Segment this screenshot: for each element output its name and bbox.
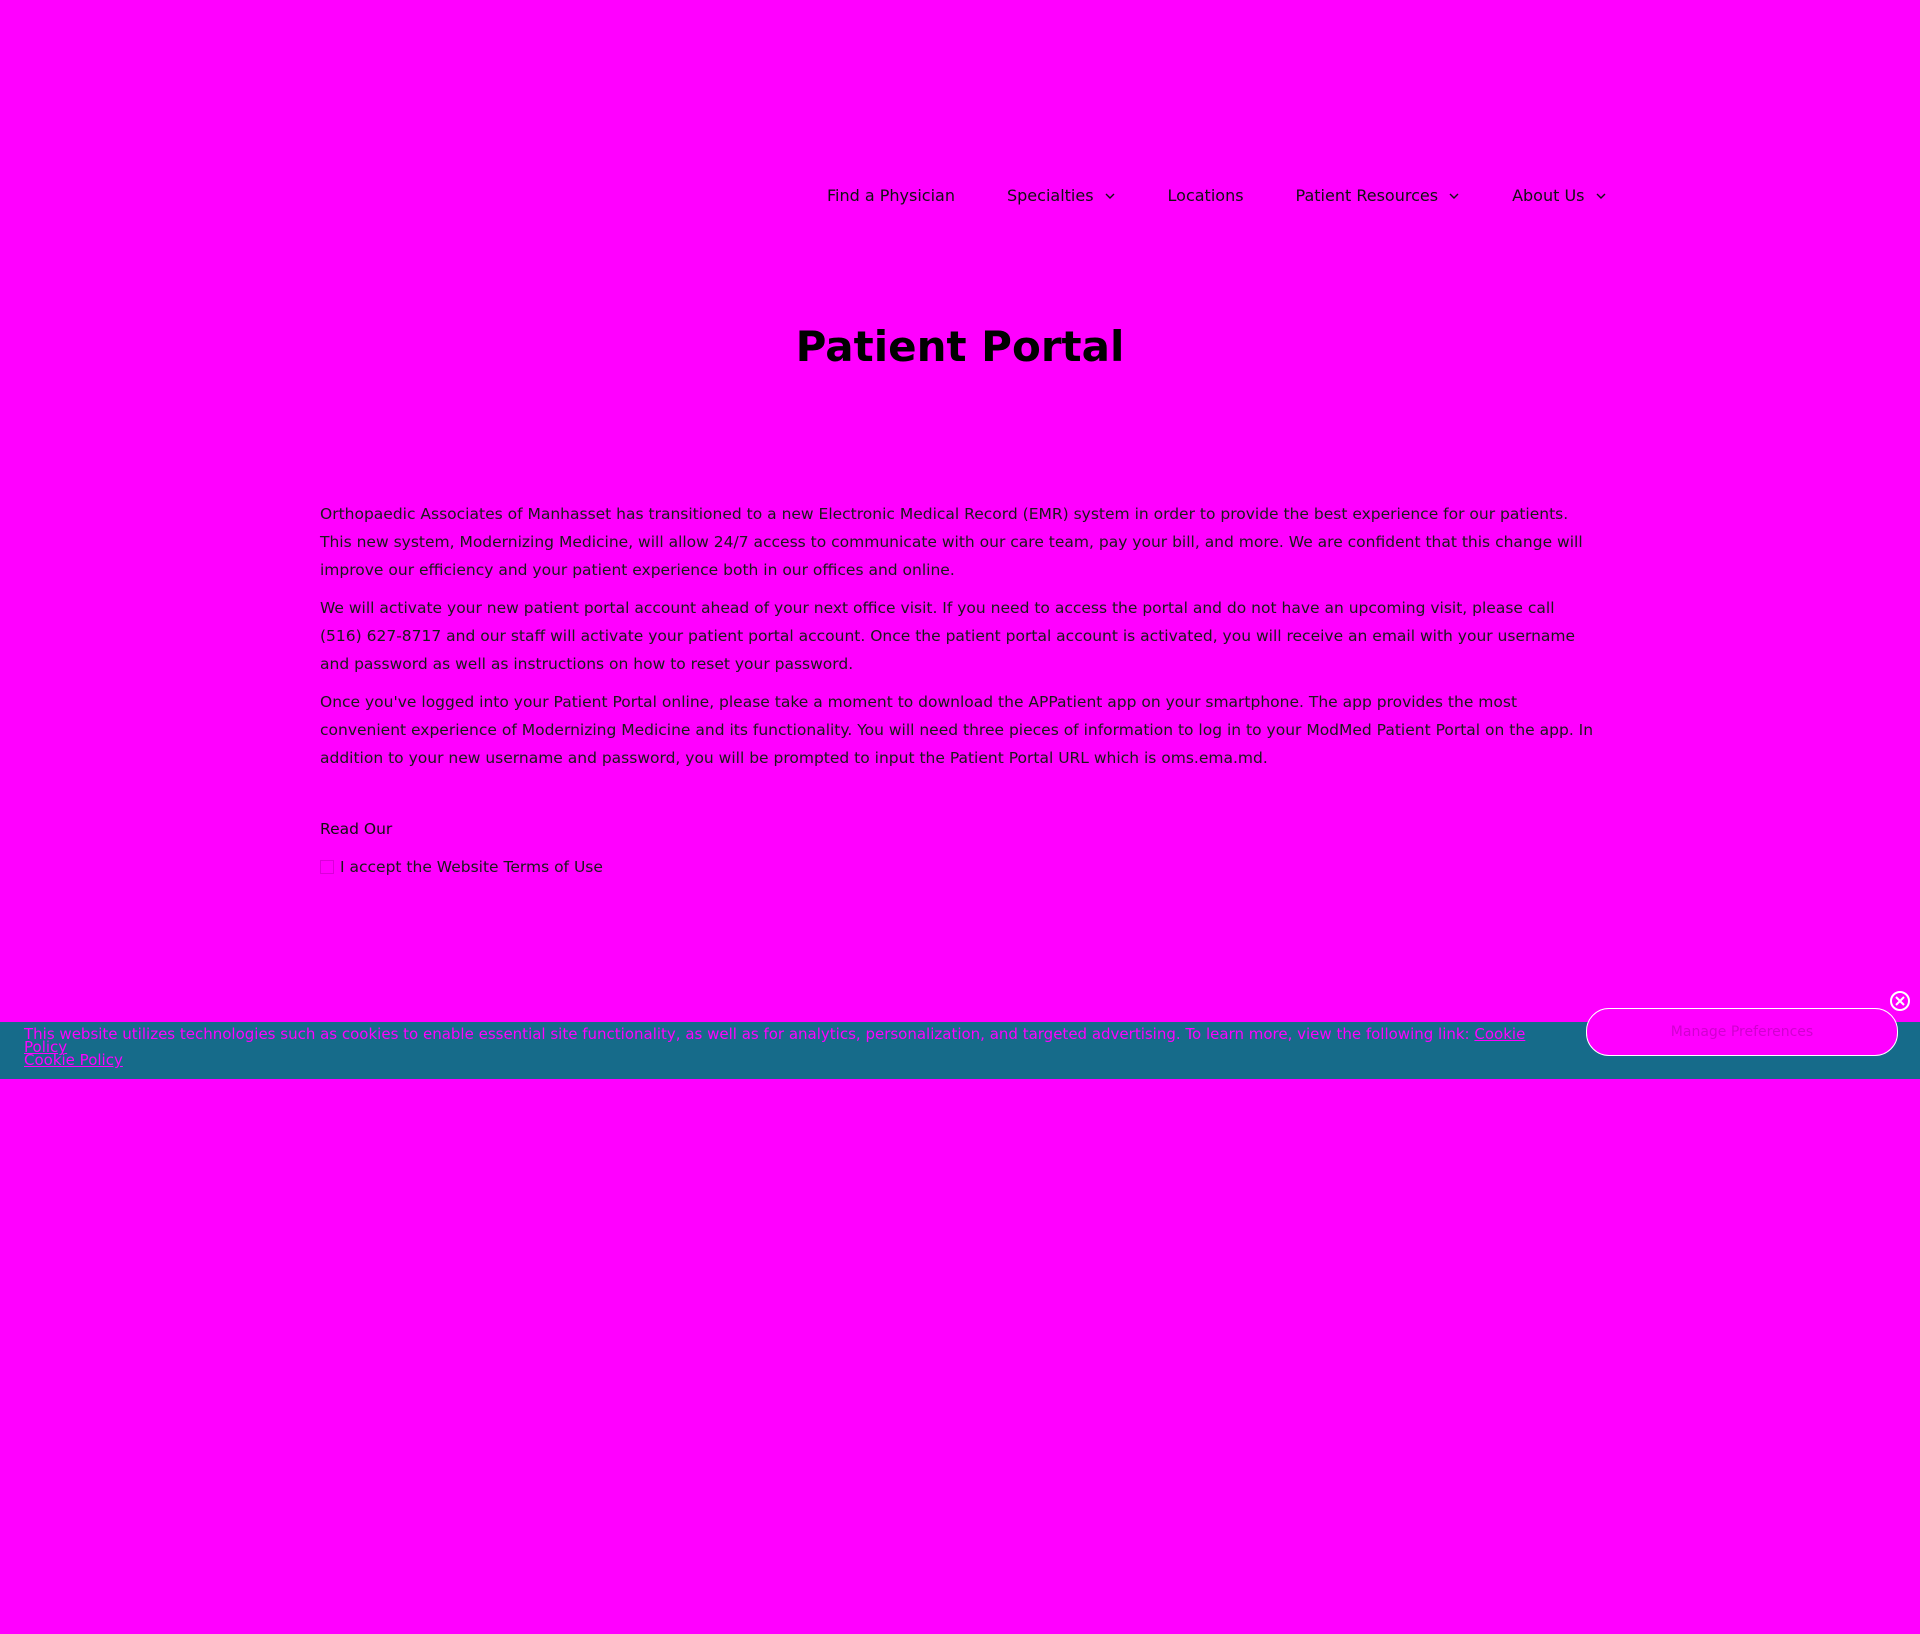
cookie-notice-text: This website utilizes technologies such …: [24, 1025, 1544, 1069]
nav-item-label: Patient Resources: [1295, 186, 1439, 205]
chevron-down-icon: [1448, 190, 1460, 202]
manage-preferences-button[interactable]: Manage Preferences: [1586, 1008, 1898, 1056]
main-content: Orthopaedic Associates of Manhasset has …: [320, 500, 1600, 782]
paragraph: Once you've logged into your Patient Por…: [320, 693, 1594, 767]
terms-accept-label[interactable]: I accept the Website Terms of Use: [340, 858, 603, 876]
nav-item-patient-resources[interactable]: Patient Resources: [1296, 186, 1461, 205]
nav-item-locations[interactable]: Locations: [1168, 186, 1244, 205]
nav-item-specialties[interactable]: Specialties: [1007, 186, 1116, 205]
close-icon[interactable]: [1889, 990, 1911, 1012]
manage-preferences-label: Manage Preferences: [1670, 1024, 1814, 1040]
chevron-down-icon: [1595, 190, 1607, 202]
cookie-notice-message: This website utilizes technologies such …: [24, 1025, 1470, 1043]
paragraph: We will activate your new patient portal…: [320, 599, 1576, 673]
nav-item-find-a-physician[interactable]: Find a Physician: [827, 186, 955, 205]
read-our-label: Read Our: [320, 820, 393, 838]
cookie-policy-link-secondary[interactable]: Cookie Policy: [24, 1051, 123, 1069]
top-strip: [0, 0, 1920, 70]
page-title: Patient Portal: [795, 322, 1125, 371]
terms-checkbox[interactable]: [320, 860, 334, 874]
paragraph: Orthopaedic Associates of Manhasset has …: [320, 505, 1583, 579]
nav-item-label: Find a Physician: [827, 186, 955, 205]
terms-accept-row[interactable]: I accept the Website Terms of Use: [320, 858, 603, 876]
chevron-down-icon: [1104, 190, 1116, 202]
nav-item-label: Specialties: [1006, 186, 1094, 205]
nav-item-about-us[interactable]: About Us: [1512, 186, 1606, 205]
main-nav: Find a Physician Specialties Locations P…: [827, 186, 1607, 205]
nav-item-label: Locations: [1167, 186, 1244, 205]
nav-item-label: About Us: [1512, 186, 1585, 205]
